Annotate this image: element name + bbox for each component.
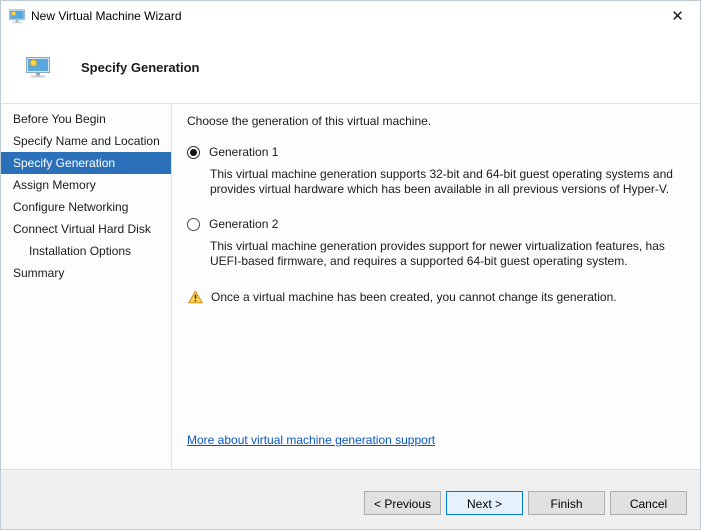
wizard-window: New Virtual Machine Wizard ✕ Specify Gen…	[0, 0, 701, 530]
wizard-steps-sidebar: Before You Begin Specify Name and Locati…	[1, 104, 172, 469]
window-title: New Virtual Machine Wizard	[31, 9, 182, 23]
sidebar-item-connect-virtual-hard-disk[interactable]: Connect Virtual Hard Disk	[1, 218, 171, 240]
generation-2-description: This virtual machine generation provides…	[210, 239, 682, 268]
previous-button[interactable]: < Previous	[364, 491, 441, 515]
generation-1-radio[interactable]	[187, 146, 200, 159]
footer-button-bar: < Previous Next > Finish Cancel	[1, 469, 700, 529]
generation-2-option[interactable]: Generation 2	[187, 217, 682, 231]
generation-2-label: Generation 2	[209, 217, 278, 231]
cancel-button[interactable]: Cancel	[610, 491, 687, 515]
intro-text: Choose the generation of this virtual ma…	[187, 114, 682, 128]
more-about-generation-link[interactable]: More about virtual machine generation su…	[187, 433, 435, 447]
generation-2-radio[interactable]	[187, 218, 200, 231]
sidebar-item-installation-options[interactable]: Installation Options	[1, 240, 171, 262]
app-monitor-icon	[9, 9, 25, 24]
sidebar-item-before-you-begin[interactable]: Before You Begin	[1, 108, 171, 130]
close-icon: ✕	[671, 7, 684, 25]
page-title: Specify Generation	[81, 60, 199, 75]
sidebar-item-configure-networking[interactable]: Configure Networking	[1, 196, 171, 218]
close-button[interactable]: ✕	[655, 1, 700, 31]
next-button[interactable]: Next >	[446, 491, 523, 515]
sidebar-item-specify-name-and-location[interactable]: Specify Name and Location	[1, 130, 171, 152]
generation-1-option[interactable]: Generation 1	[187, 145, 682, 159]
generation-warning: Once a virtual machine has been created,…	[187, 290, 682, 305]
warning-text: Once a virtual machine has been created,…	[211, 290, 617, 305]
title-bar: New Virtual Machine Wizard ✕	[1, 1, 700, 31]
wizard-header: Specify Generation	[1, 31, 700, 104]
finish-button[interactable]: Finish	[528, 491, 605, 515]
warning-icon	[188, 290, 203, 304]
sidebar-item-assign-memory[interactable]: Assign Memory	[1, 174, 171, 196]
sidebar-item-summary[interactable]: Summary	[1, 262, 171, 284]
page-content: Choose the generation of this virtual ma…	[172, 104, 700, 469]
wizard-monitor-icon	[26, 57, 50, 78]
generation-1-label: Generation 1	[209, 145, 278, 159]
wizard-body: Before You Begin Specify Name and Locati…	[1, 104, 700, 469]
sidebar-item-specify-generation[interactable]: Specify Generation	[1, 152, 171, 174]
generation-1-description: This virtual machine generation supports…	[210, 167, 682, 196]
